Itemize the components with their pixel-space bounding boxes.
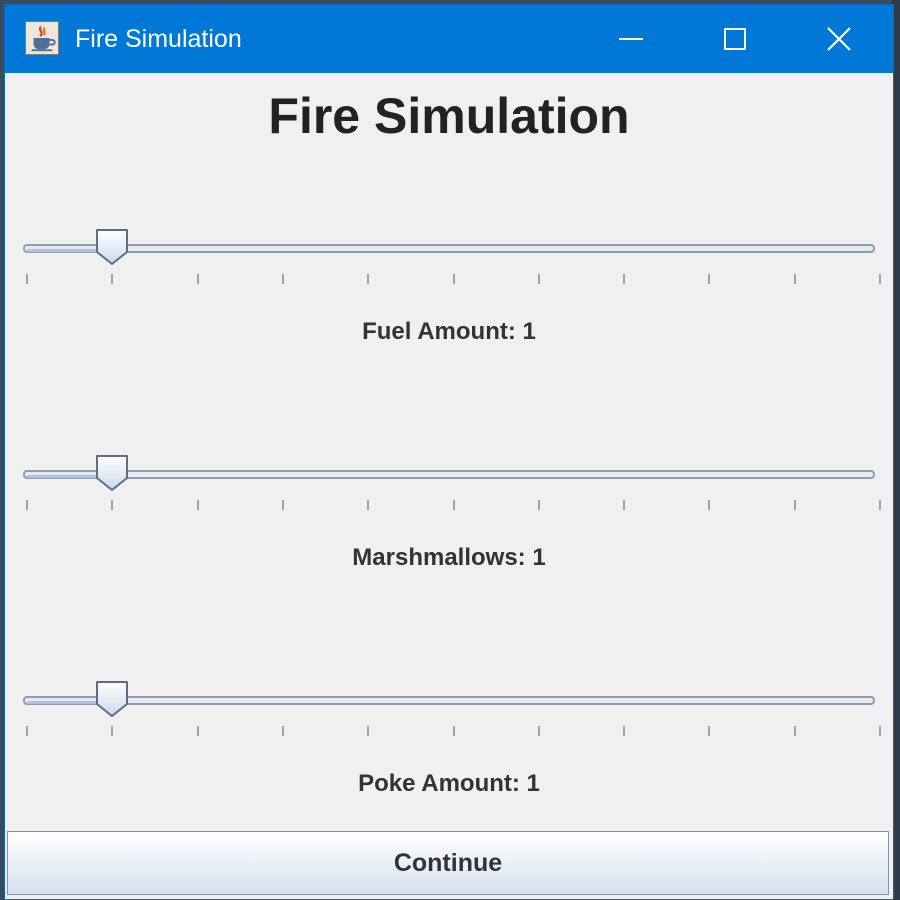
maximize-icon	[724, 28, 746, 50]
slider-tick	[793, 726, 796, 736]
slider-tick	[793, 500, 796, 510]
slider-tick	[26, 726, 28, 736]
fuel-slider-thumb[interactable]	[94, 228, 130, 268]
poke-slider-track[interactable]	[23, 696, 875, 705]
slider-tick	[708, 274, 711, 284]
minimize-icon	[619, 38, 643, 40]
marshmallows-slider-track[interactable]	[23, 470, 875, 479]
marshmallows-slider-ticks	[5, 500, 893, 512]
slider-tick	[196, 726, 199, 736]
marshmallows-label: Marshmallows: 1	[352, 544, 546, 571]
slider-tick	[537, 274, 540, 284]
slider-tick	[367, 500, 370, 510]
slider-tick	[623, 274, 626, 284]
poke-slider-ticks	[5, 726, 893, 738]
marshmallows-slider-thumb[interactable]	[94, 454, 130, 494]
slider-tick	[367, 726, 370, 736]
slider-tick	[452, 274, 455, 284]
fuel-slider-track[interactable]	[23, 244, 875, 253]
slider-tick	[367, 274, 370, 284]
slider-tick	[281, 274, 284, 284]
slider-tick	[111, 726, 114, 736]
title-bar[interactable]: Fire Simulation	[5, 5, 893, 73]
maximize-button[interactable]	[683, 5, 787, 73]
slider-tick	[708, 726, 711, 736]
slider-tick	[111, 500, 114, 510]
slider-thumb-icon	[96, 681, 129, 717]
app-window: Fire Simulation Fire Simulation Fuel Amo…	[4, 4, 894, 900]
slider-tick	[537, 726, 540, 736]
continue-button[interactable]: Continue	[7, 831, 889, 895]
poke-slider-group: Poke Amount: 1	[5, 680, 893, 830]
poke-amount-label: Poke Amount: 1	[358, 770, 540, 797]
slider-tick	[623, 500, 626, 510]
fuel-slider-group: Fuel Amount: 1	[5, 228, 893, 378]
slider-tick	[452, 726, 455, 736]
content-panel: Fire Simulation Fuel Amount: 1 Marshmall…	[5, 73, 893, 899]
slider-thumb-icon	[96, 229, 129, 265]
slider-tick	[281, 500, 284, 510]
poke-slider-thumb[interactable]	[94, 680, 130, 720]
slider-tick	[452, 500, 455, 510]
slider-tick	[708, 500, 711, 510]
marshmallows-slider-group: Marshmallows: 1	[5, 454, 893, 604]
slider-tick	[26, 274, 28, 284]
window-title: Fire Simulation	[75, 25, 242, 53]
fuel-slider-ticks	[5, 274, 893, 286]
slider-tick	[879, 726, 881, 736]
slider-tick	[196, 274, 199, 284]
slider-tick	[623, 726, 626, 736]
slider-tick	[793, 274, 796, 284]
close-button[interactable]	[787, 5, 891, 73]
minimize-button[interactable]	[579, 5, 683, 73]
slider-thumb-icon	[96, 455, 129, 491]
slider-tick	[879, 274, 881, 284]
close-icon	[827, 27, 851, 51]
slider-tick	[879, 500, 881, 510]
slider-tick	[196, 500, 199, 510]
java-cup-icon	[25, 21, 59, 55]
fuel-amount-label: Fuel Amount: 1	[362, 318, 536, 345]
page-title: Fire Simulation	[268, 88, 630, 144]
slider-tick	[111, 274, 114, 284]
slider-tick	[537, 500, 540, 510]
slider-tick	[281, 726, 284, 736]
slider-tick	[26, 500, 28, 510]
